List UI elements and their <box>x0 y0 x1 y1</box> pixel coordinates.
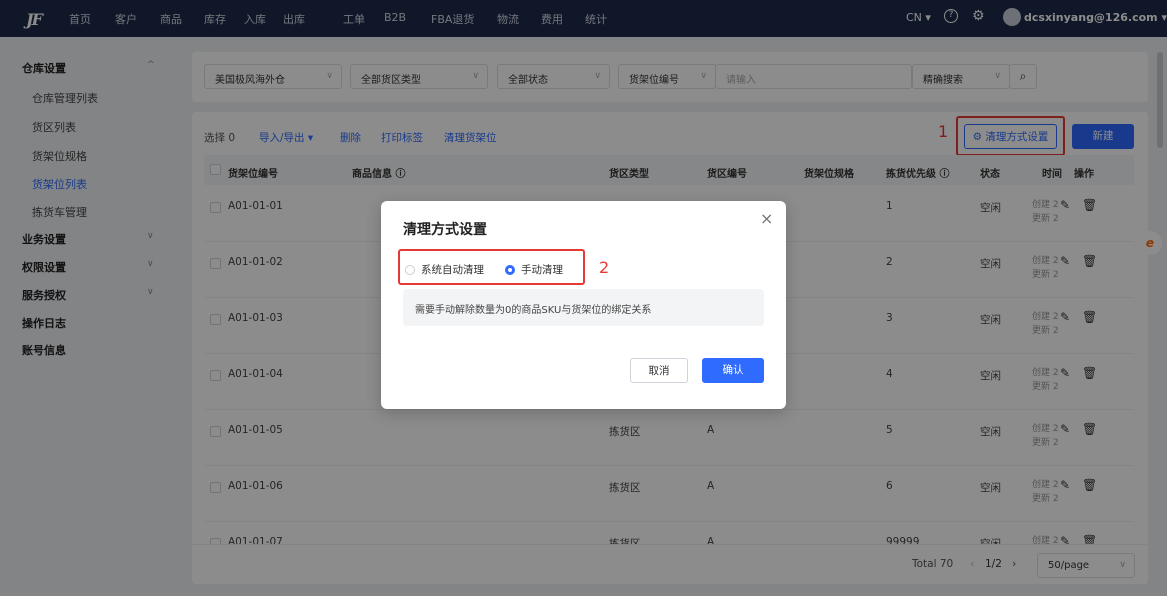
radio-manual-clear[interactable]: 手动清理 <box>505 262 563 277</box>
radio-checked-icon <box>505 265 515 275</box>
annotation-number-2: 2 <box>599 258 610 277</box>
cancel-button[interactable]: 取消 <box>630 358 688 383</box>
radio-manual-clear-label: 手动清理 <box>521 264 563 276</box>
radio-auto-clear-label: 系统自动清理 <box>421 264 484 276</box>
radio-auto-clear[interactable]: 系统自动清理 <box>405 262 484 277</box>
confirm-button[interactable]: 确认 <box>702 358 764 383</box>
close-icon[interactable]: × <box>760 209 773 228</box>
dialog-title: 清理方式设置 <box>403 222 487 238</box>
radio-unchecked-icon <box>405 265 415 275</box>
clear-settings-dialog: 清理方式设置 × 2 系统自动清理 手动清理 需要手动解除数量为0的商品SKU与… <box>381 201 786 409</box>
description-box: 需要手动解除数量为0的商品SKU与货架位的绑定关系 <box>403 289 764 326</box>
